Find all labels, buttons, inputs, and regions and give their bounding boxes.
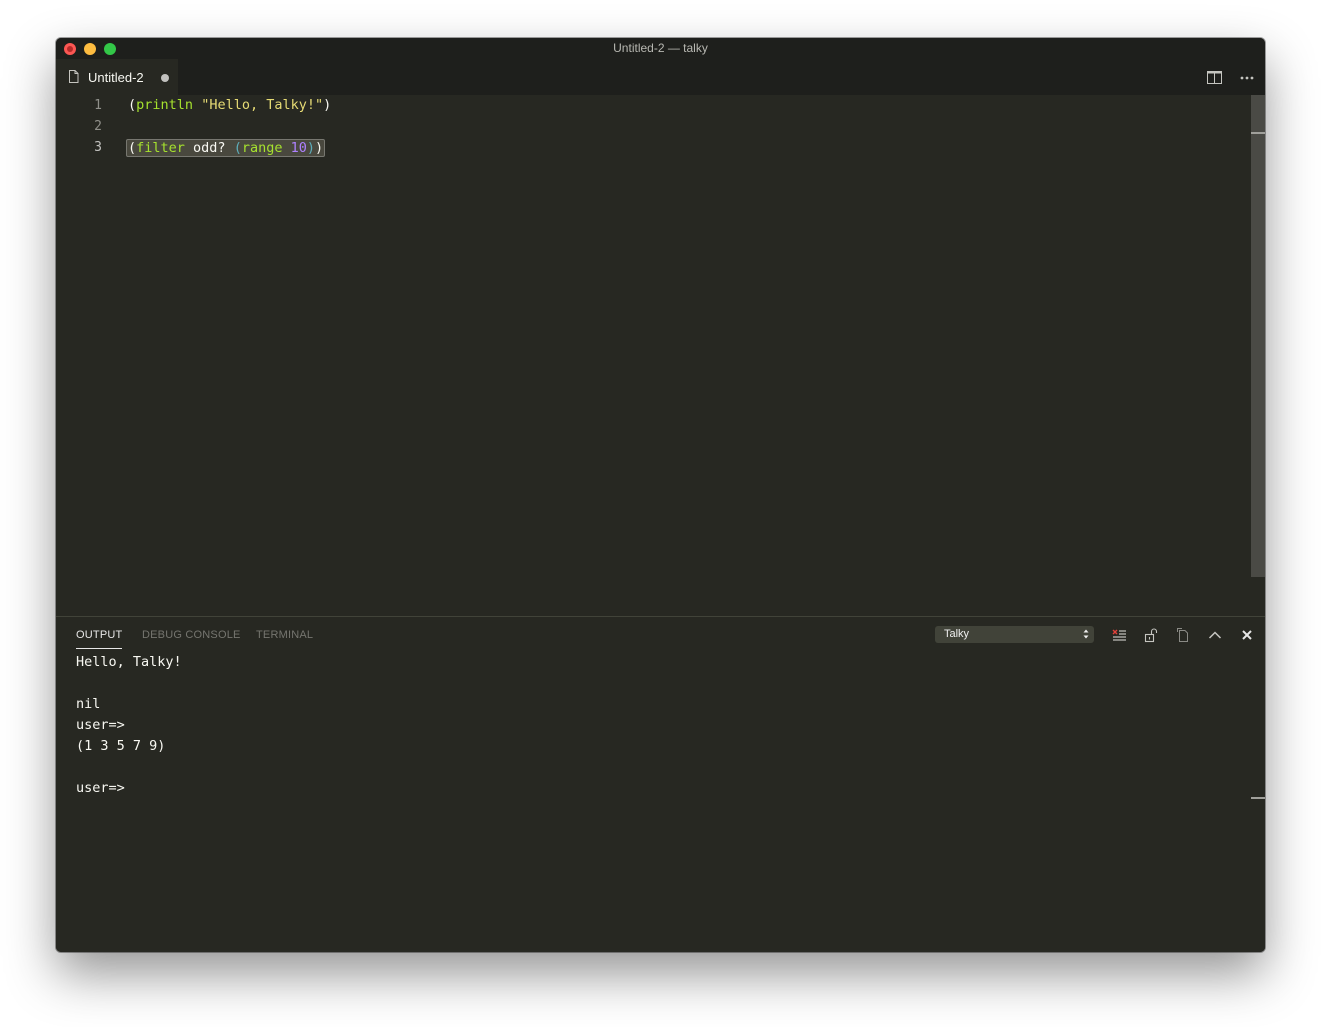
output-line: user=> bbox=[76, 717, 125, 733]
output-line: nil bbox=[76, 696, 101, 712]
code-line-1[interactable]: (println "Hello, Talky!") bbox=[128, 97, 331, 113]
tab-output[interactable]: OUTPUT bbox=[76, 629, 122, 641]
output-channel-value: Talky bbox=[944, 628, 970, 640]
line-number: 1 bbox=[94, 98, 102, 113]
paren: ( bbox=[233, 140, 242, 156]
title-bar: Untitled-2 — talky bbox=[56, 38, 1265, 59]
active-tab-indicator bbox=[76, 648, 122, 649]
unsaved-indicator[interactable] bbox=[161, 74, 169, 82]
function-token: println bbox=[136, 97, 194, 113]
editor-tab-untitled-2[interactable]: Untitled-2 bbox=[56, 59, 178, 95]
editor-scrollbar-cursor-marker bbox=[1251, 132, 1265, 134]
tab-terminal[interactable]: TERMINAL bbox=[256, 629, 313, 641]
output-line: Hello, Talky! bbox=[76, 654, 182, 670]
editor-tab-bar: Untitled-2 bbox=[56, 59, 1265, 95]
code-editor[interactable]: 1 2 3 (println "Hello, Talky!") (filter … bbox=[56, 95, 1265, 616]
output-scrollbar-marker bbox=[1251, 797, 1265, 799]
window-title: Untitled-2 — talky bbox=[613, 41, 708, 55]
number-token: 10 bbox=[290, 140, 307, 156]
string-token: "Hello, Talky!" bbox=[201, 97, 324, 113]
scroll-lock-icon[interactable] bbox=[1143, 627, 1159, 643]
paren: ) bbox=[306, 140, 316, 156]
tab-label: Untitled-2 bbox=[88, 70, 144, 85]
clear-output-icon[interactable] bbox=[1111, 627, 1127, 643]
symbol-token: odd? bbox=[184, 140, 234, 156]
output-channel-select[interactable]: Talky bbox=[935, 626, 1094, 643]
paren: ) bbox=[323, 97, 332, 113]
file-icon bbox=[68, 70, 79, 88]
output-scrollbar[interactable] bbox=[1251, 652, 1265, 952]
tab-debug-console[interactable]: DEBUG CONSOLE bbox=[142, 629, 241, 641]
chevron-up-icon[interactable] bbox=[1207, 627, 1223, 643]
select-arrows-icon bbox=[1083, 629, 1089, 639]
output-line: user=> bbox=[76, 780, 125, 796]
split-editor-icon[interactable] bbox=[1207, 71, 1222, 89]
code-line-3[interactable]: (filter odd? (range 10)) bbox=[126, 139, 326, 157]
paren: ( bbox=[128, 97, 137, 113]
output-line: (1 3 5 7 9) bbox=[76, 738, 166, 754]
close-icon[interactable] bbox=[1239, 627, 1255, 643]
function-token: filter bbox=[136, 140, 185, 156]
selection-highlight: (filter odd? (range 10)) bbox=[126, 139, 326, 157]
editor-scrollbar-thumb[interactable] bbox=[1251, 95, 1265, 577]
output-text[interactable]: Hello, Talky! nil user=> (1 3 5 7 9) user=> bbox=[76, 652, 182, 799]
more-actions-icon[interactable] bbox=[1240, 71, 1254, 89]
paren: ) bbox=[315, 140, 324, 156]
app-window: Untitled-2 — talky Untitled-2 1 2 3 (pri… bbox=[56, 38, 1265, 952]
function-token: range bbox=[241, 140, 283, 156]
line-number: 3 bbox=[94, 140, 102, 155]
open-log-icon[interactable] bbox=[1175, 627, 1191, 643]
paren: ( bbox=[128, 140, 137, 156]
line-number: 2 bbox=[94, 119, 102, 134]
bottom-panel: OUTPUT DEBUG CONSOLE TERMINAL Talky Hell… bbox=[56, 616, 1265, 952]
